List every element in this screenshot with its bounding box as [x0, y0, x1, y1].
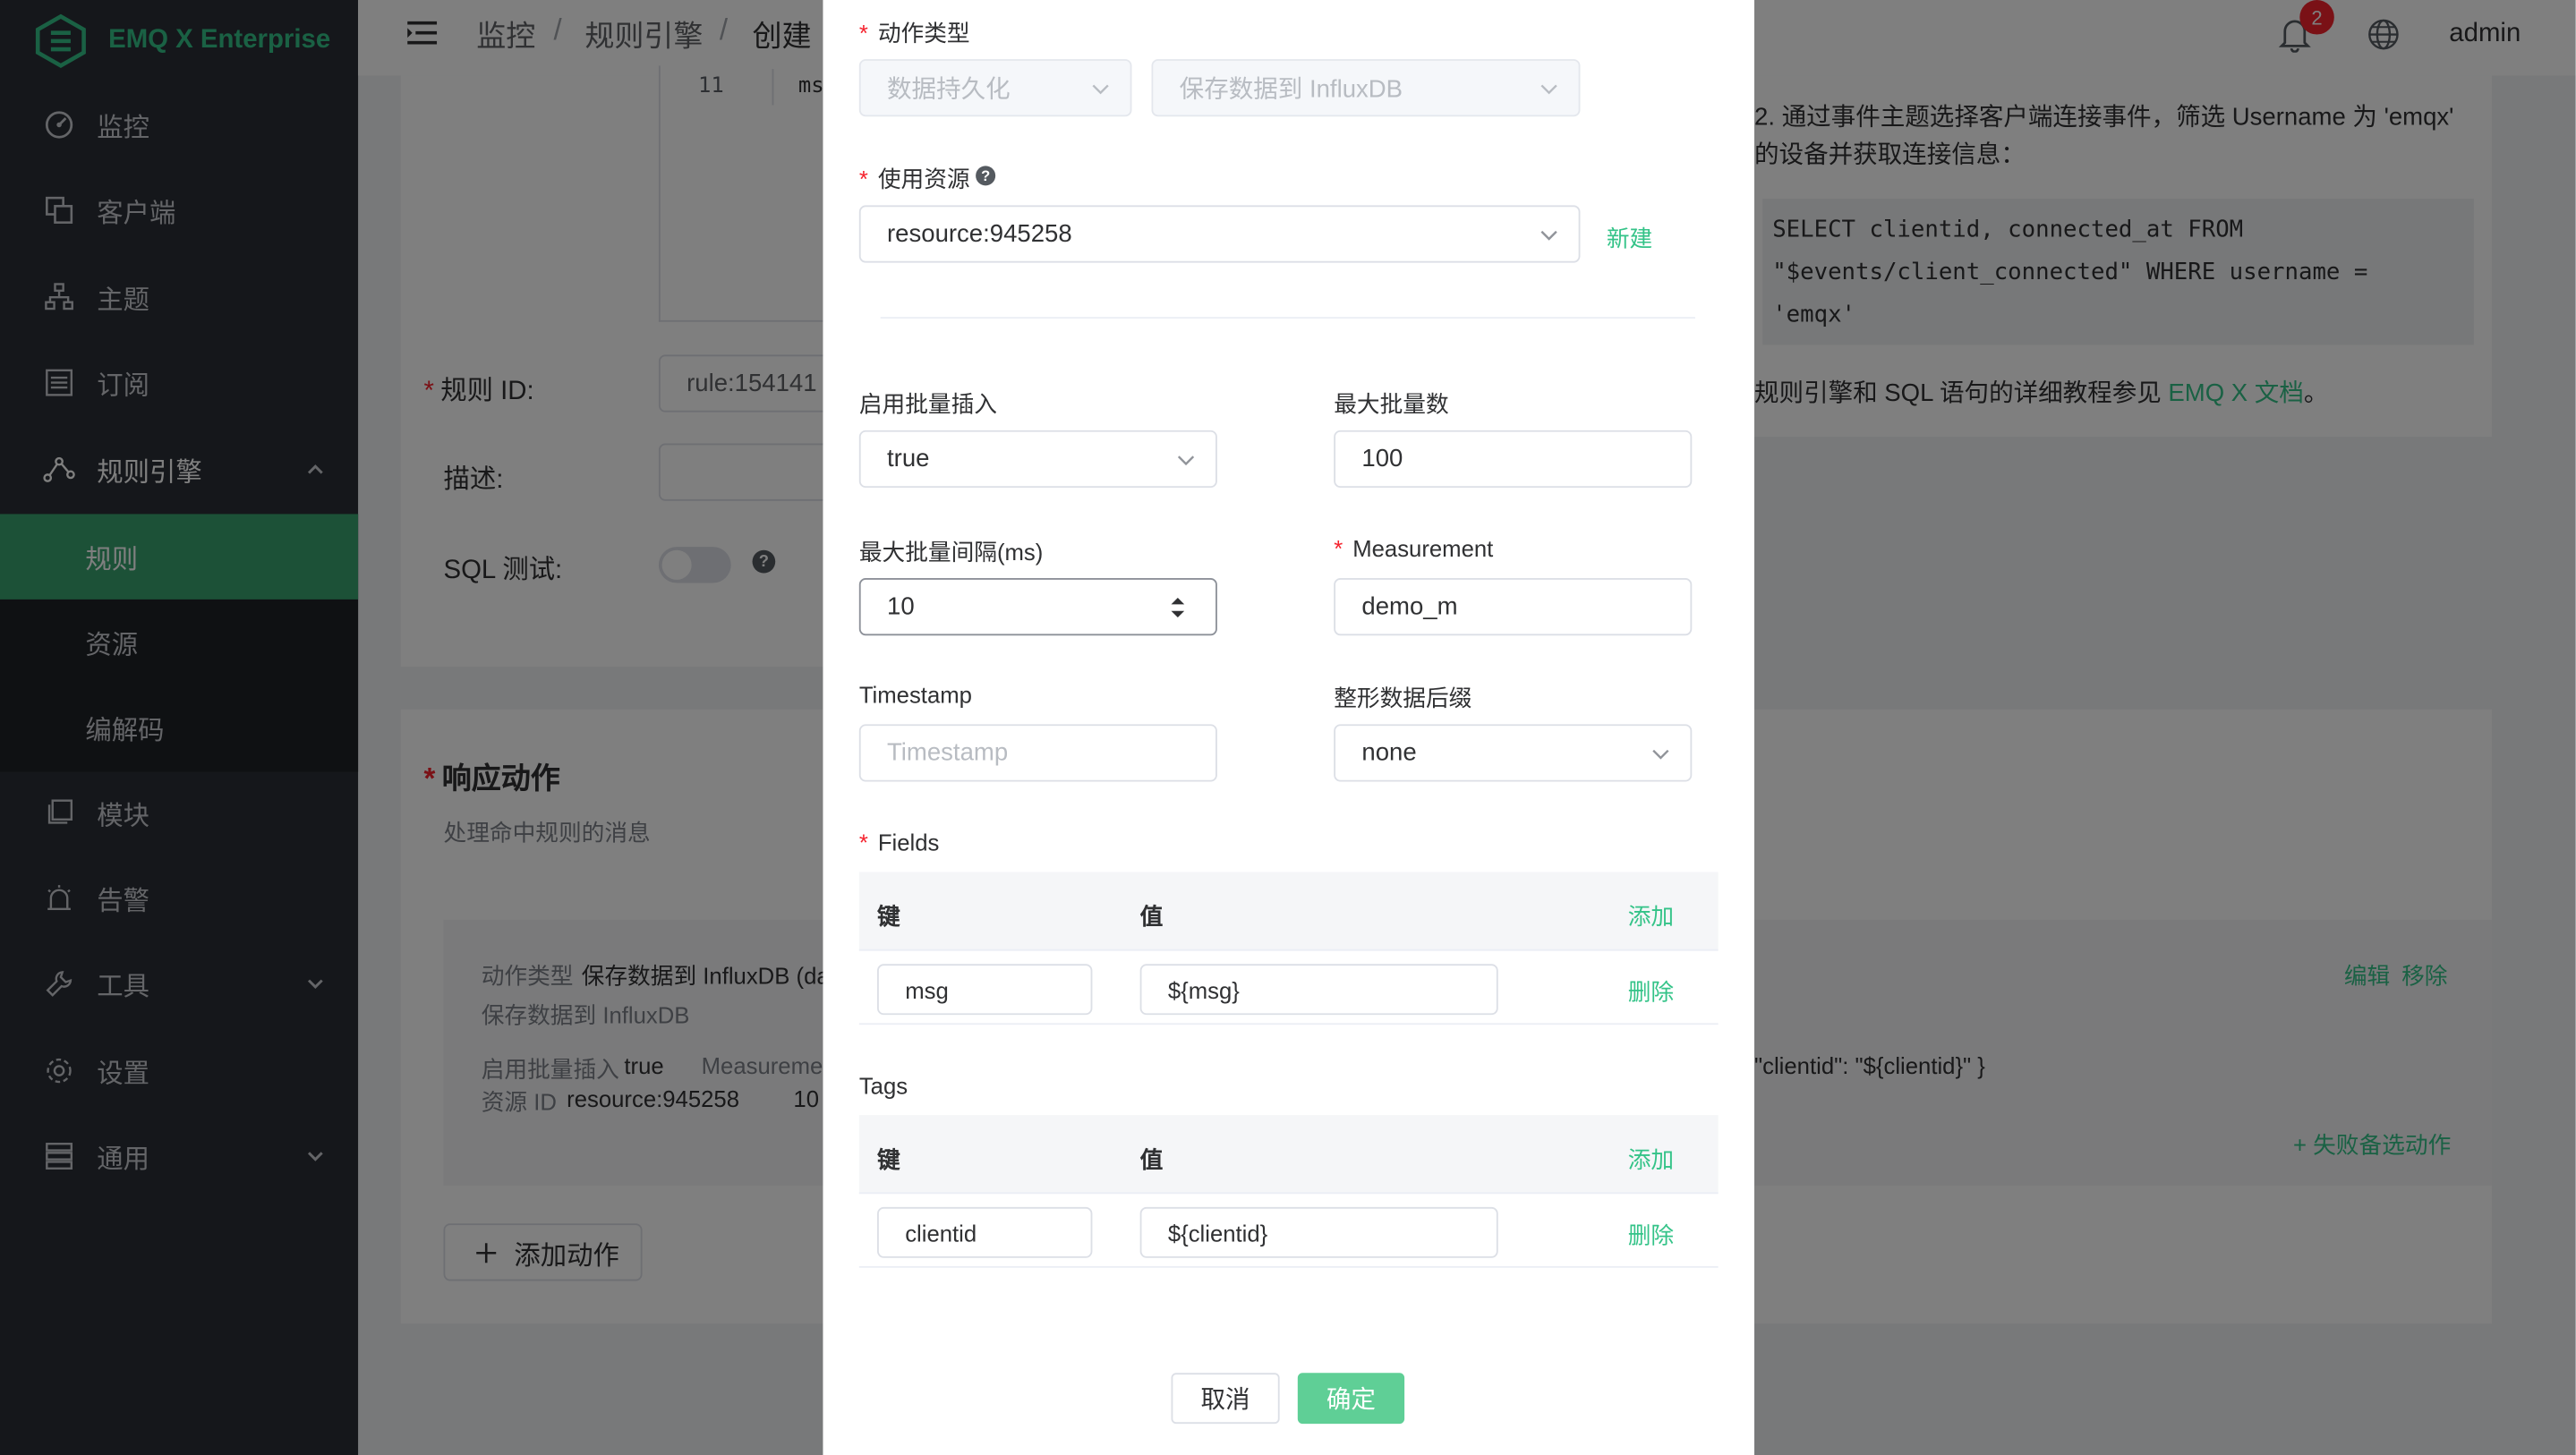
timestamp-label: Timestamp [858, 681, 972, 708]
table-divider [858, 1192, 1719, 1195]
required-mark: * [858, 829, 868, 856]
measurement-input[interactable]: demo_m [1334, 577, 1693, 636]
required-mark: * [858, 20, 868, 47]
tags-col-key: 键 [877, 1145, 900, 1173]
app-root: EMQ X Enterprise 监控 客户端 主题 订阅 [0, 0, 2576, 1455]
tag-key-value: clientid [905, 1219, 977, 1247]
chevron-down-icon [1092, 83, 1109, 94]
delete-tag-button[interactable]: 删除 [1628, 1219, 1674, 1252]
field-key-input[interactable]: msg [877, 964, 1093, 1016]
timestamp-placeholder: Timestamp [887, 738, 1009, 768]
number-spinner-icon[interactable] [1170, 593, 1186, 619]
max-batch-input[interactable]: 100 [1334, 430, 1693, 489]
resource-value: resource:945258 [887, 219, 1072, 249]
fields-label-text: Fields [877, 829, 940, 856]
tags-table-header [858, 1115, 1719, 1195]
max-interval-value: 10 [887, 592, 915, 621]
batch-insert-select[interactable]: true [858, 430, 1217, 489]
add-field-button[interactable]: 添加 [1628, 900, 1674, 933]
required-mark: * [858, 166, 868, 192]
field-value-input[interactable]: ${msg} [1139, 964, 1498, 1016]
int-suffix-value: none [1361, 738, 1417, 768]
fields-label: * Fields [859, 830, 940, 855]
add-tag-button[interactable]: 添加 [1628, 1143, 1674, 1176]
resource-label-text: 使用资源 [877, 166, 970, 192]
measurement-label: * Measurement [1334, 535, 1493, 561]
action-category-select[interactable]: 数据持久化 [858, 59, 1132, 117]
table-divider [858, 949, 1719, 951]
new-resource-link[interactable]: 新建 [1607, 222, 1652, 255]
action-type-select[interactable]: 保存数据到 InfluxDB [1151, 59, 1581, 117]
action-type-label: * 动作类型 [859, 16, 970, 49]
tag-key-input[interactable]: clientid [877, 1206, 1093, 1258]
fields-table-header [858, 872, 1719, 951]
batch-insert-value: true [887, 445, 930, 473]
cancel-button[interactable]: 取消 [1171, 1373, 1280, 1425]
chevron-down-icon [1540, 230, 1557, 240]
action-type-value: 保存数据到 InfluxDB [1179, 75, 1403, 104]
max-batch-value: 100 [1361, 445, 1403, 473]
max-interval-input[interactable]: 10 [858, 577, 1217, 636]
field-value-value: ${msg} [1167, 976, 1240, 1003]
resource-label: * 使用资源 [859, 163, 970, 196]
measurement-label-text: Measurement [1352, 535, 1494, 562]
max-interval-label: 最大批量间隔(ms) [858, 538, 1044, 566]
field-key-value: msg [905, 976, 949, 1003]
tag-value-input[interactable]: ${clientid} [1139, 1206, 1498, 1258]
table-divider [858, 1265, 1719, 1268]
chevron-down-icon [1177, 455, 1195, 465]
delete-field-button[interactable]: 删除 [1628, 975, 1674, 1008]
tags-col-value: 值 [1139, 1145, 1164, 1173]
tags-label: Tags [858, 1072, 908, 1099]
action-type-label-text: 动作类型 [877, 20, 970, 47]
batch-insert-label: 启用批量插入 [858, 390, 997, 418]
fields-col-key: 键 [877, 903, 900, 930]
timestamp-input[interactable]: Timestamp [858, 724, 1217, 782]
confirm-button[interactable]: 确定 [1297, 1373, 1405, 1425]
measurement-value: demo_m [1361, 592, 1458, 621]
help-icon[interactable]: ? [976, 166, 996, 186]
int-suffix-label: 整形数据后缀 [1334, 685, 1472, 711]
resource-select[interactable]: resource:945258 [858, 205, 1581, 263]
fields-col-value: 值 [1139, 903, 1164, 930]
chevron-down-icon [1540, 83, 1557, 94]
max-batch-label: 最大批量数 [1334, 390, 1449, 418]
action-category-value: 数据持久化 [887, 75, 1011, 104]
int-suffix-select[interactable]: none [1334, 724, 1693, 782]
table-divider [858, 1023, 1719, 1025]
chevron-down-icon [1652, 748, 1669, 759]
tag-value-value: ${clientid} [1167, 1219, 1268, 1247]
dialog-divider [880, 317, 1695, 319]
required-mark: * [1334, 535, 1343, 562]
